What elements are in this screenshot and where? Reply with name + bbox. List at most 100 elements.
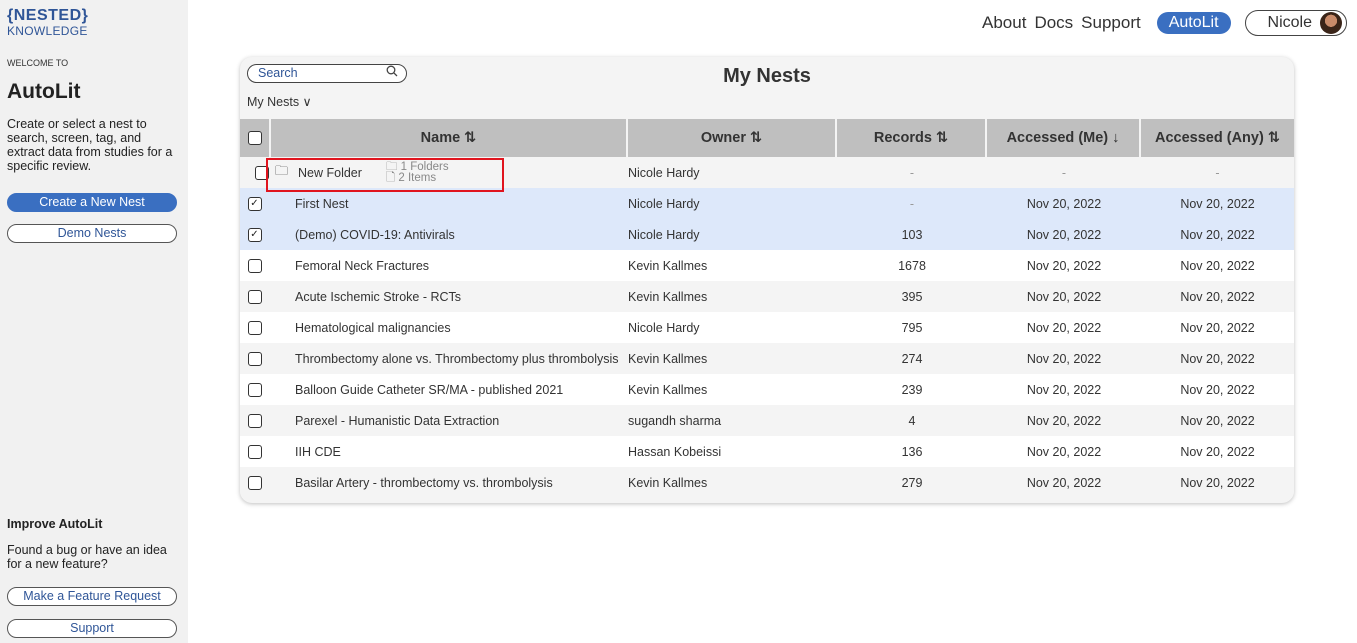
nests-table-body: 🗀 New Folder 🗀 1 Folders 🗋 2 Items Nicol… [240,157,1294,498]
accessed-me-cell: Nov 20, 2022 [1026,227,1102,242]
row-checkbox[interactable] [247,444,262,459]
column-owner[interactable]: Owner ⇅ [628,119,837,157]
accessed-me-cell: Nov 20, 2022 [1026,320,1102,335]
owner-cell: Kevin Kallmes [628,289,708,304]
owner-cell: Nicole Hardy [628,227,700,242]
row-checkbox-cell [240,467,269,498]
nav-support[interactable]: Support [1081,13,1141,33]
row-checkbox[interactable] [247,382,262,397]
row-checkbox-cell [240,157,269,188]
logo-bottom: KNOWLEDGE [7,24,88,38]
table-row[interactable]: IIH CDE Hassan Kobeissi 136 Nov 20, 2022 Nov… [240,436,1294,467]
table-header: Name ⇅ Owner ⇅ Records ⇅ Accessed (Me) ↓… [240,119,1294,157]
accessed-any-cell: Nov 20, 2022 [1180,227,1255,242]
nest-name-cell[interactable]: Basilar Artery - thrombectomy vs. thromb… [269,467,628,498]
owner-cell: sugandh sharma [628,413,722,428]
nest-name-cell[interactable]: Balloon Guide Catheter SR/MA - published… [269,374,628,405]
accessed-any-cell: Nov 20, 2022 [1180,320,1255,335]
row-checkbox[interactable] [247,413,262,428]
row-checkbox-cell [240,250,269,281]
records-cell: 4 [908,413,916,428]
nest-name-cell[interactable]: IIH CDE [269,436,628,467]
nest-name-cell[interactable]: First Nest [269,188,628,219]
row-checkbox[interactable] [247,320,262,335]
records-cell: 274 [901,351,923,366]
accessed-any-cell: Nov 20, 2022 [1180,444,1255,459]
accessed-me-cell: Nov 20, 2022 [1026,258,1102,273]
row-checkbox-cell: ✓ [240,188,269,219]
nest-name-cell[interactable]: Femoral Neck Fractures [269,250,628,281]
row-checkbox[interactable] [247,351,262,366]
records-cell: 136 [901,444,923,459]
nav-about[interactable]: About [982,13,1026,33]
table-row[interactable]: Thrombectomy alone vs. Thrombectomy plus… [240,343,1294,374]
support-button[interactable]: Support [7,619,177,638]
accessed-me-cell: - [1061,165,1067,180]
row-checkbox[interactable] [247,289,262,304]
user-menu-button[interactable]: Nicole [1244,10,1347,36]
accessed-any-cell: - [1215,165,1220,180]
nests-filter-dropdown[interactable]: My Nests ∨ [247,94,312,109]
table-row[interactable]: Hematological malignancies Nicole Hardy 79… [240,312,1294,343]
accessed-me-cell: Nov 20, 2022 [1026,413,1102,428]
nav-autolit-button[interactable]: AutoLit [1156,12,1231,34]
owner-cell: Nicole Hardy [628,165,700,180]
owner-cell: Kevin Kallmes [628,258,708,273]
row-checkbox[interactable] [247,258,262,273]
accessed-me-cell: Nov 20, 2022 [1026,289,1102,304]
table-row[interactable]: Parexel - Humanistic Data Extraction suga… [240,405,1294,436]
owner-cell: Kevin Kallmes [628,382,708,397]
accessed-any-cell: Nov 20, 2022 [1180,382,1255,397]
nest-name-cell[interactable]: (Demo) COVID-19: Antivirals [269,219,628,250]
accessed-me-cell: Nov 20, 2022 [1026,475,1102,490]
row-checkbox-cell [240,312,269,343]
nest-name-cell[interactable]: Parexel - Humanistic Data Extraction [269,405,628,436]
owner-cell: Kevin Kallmes [628,351,708,366]
records-cell: 239 [901,382,923,397]
improve-description: Found a bug or have an idea for a new fe… [7,543,167,571]
nav-docs[interactable]: Docs [1034,13,1073,33]
accessed-me-cell: Nov 20, 2022 [1026,444,1102,459]
table-row[interactable]: Femoral Neck Fractures Kevin Kallmes 1678 N… [240,250,1294,281]
column-accessed-any[interactable]: Accessed (Any) ⇅ [1141,119,1294,157]
table-row[interactable]: ✓ (Demo) COVID-19: Antivirals Nicole Hardy… [240,219,1294,250]
app-title: AutoLit [7,80,81,103]
accessed-any-cell: Nov 20, 2022 [1180,351,1255,366]
folder-row[interactable]: 🗀 New Folder 🗀 1 Folders 🗋 2 Items Nicol… [240,157,1294,188]
records-cell: - [909,196,915,211]
improve-title: Improve AutoLit [7,517,103,531]
create-nest-button[interactable]: Create a New Nest [7,193,177,212]
table-row[interactable]: ✓ First Nest Nicole Hardy - Nov 20, 2022 Nov … [240,188,1294,219]
row-checkbox[interactable]: ✓ [247,227,262,242]
nest-name-cell[interactable]: Acute Ischemic Stroke - RCTs [269,281,628,312]
select-all-checkbox[interactable] [247,131,262,145]
column-accessed-me[interactable]: Accessed (Me) ↓ [987,119,1141,157]
user-name: Nicole [1267,14,1312,31]
table-row[interactable]: Acute Ischemic Stroke - RCTs Kevin Kallme… [240,281,1294,312]
folder-name-cell: 🗀 New Folder 🗀 1 Folders 🗋 2 Items [269,157,628,188]
folder-name[interactable]: New Folder [298,166,362,180]
avatar [1320,12,1342,34]
row-checkbox[interactable]: ✓ [247,196,262,211]
owner-cell: Nicole Hardy [628,196,700,211]
table-row[interactable]: Basilar Artery - thrombectomy vs. thromb… [240,467,1294,498]
row-checkbox[interactable] [247,475,262,490]
top-nav: About Docs Support AutoLit Nicole [982,10,1347,36]
nests-card: Search My Nests My Nests ∨ Name ⇅ Owner … [240,57,1294,503]
item-count: 🗋 2 Items [385,171,437,184]
logo[interactable]: {NESTED} KNOWLEDGE [7,8,88,38]
accessed-me-cell: Nov 20, 2022 [1026,351,1102,366]
feature-request-button[interactable]: Make a Feature Request [7,587,177,606]
records-cell: 795 [901,320,923,335]
select-all-header [240,119,271,157]
column-name[interactable]: Name ⇅ [271,119,628,157]
table-row[interactable]: Balloon Guide Catheter SR/MA - published… [240,374,1294,405]
column-records[interactable]: Records ⇅ [837,119,987,157]
nest-name-cell[interactable]: Hematological malignancies [269,312,628,343]
page-title: My Nests [723,65,811,87]
row-checkbox[interactable] [255,165,269,180]
demo-nests-button[interactable]: Demo Nests [7,224,177,243]
row-checkbox-cell: ✓ [240,219,269,250]
nest-name-cell[interactable]: Thrombectomy alone vs. Thrombectomy plus… [269,343,628,374]
folder-name-wrap: 🗀 New Folder 🗀 1 Folders 🗋 2 Items [269,161,449,184]
